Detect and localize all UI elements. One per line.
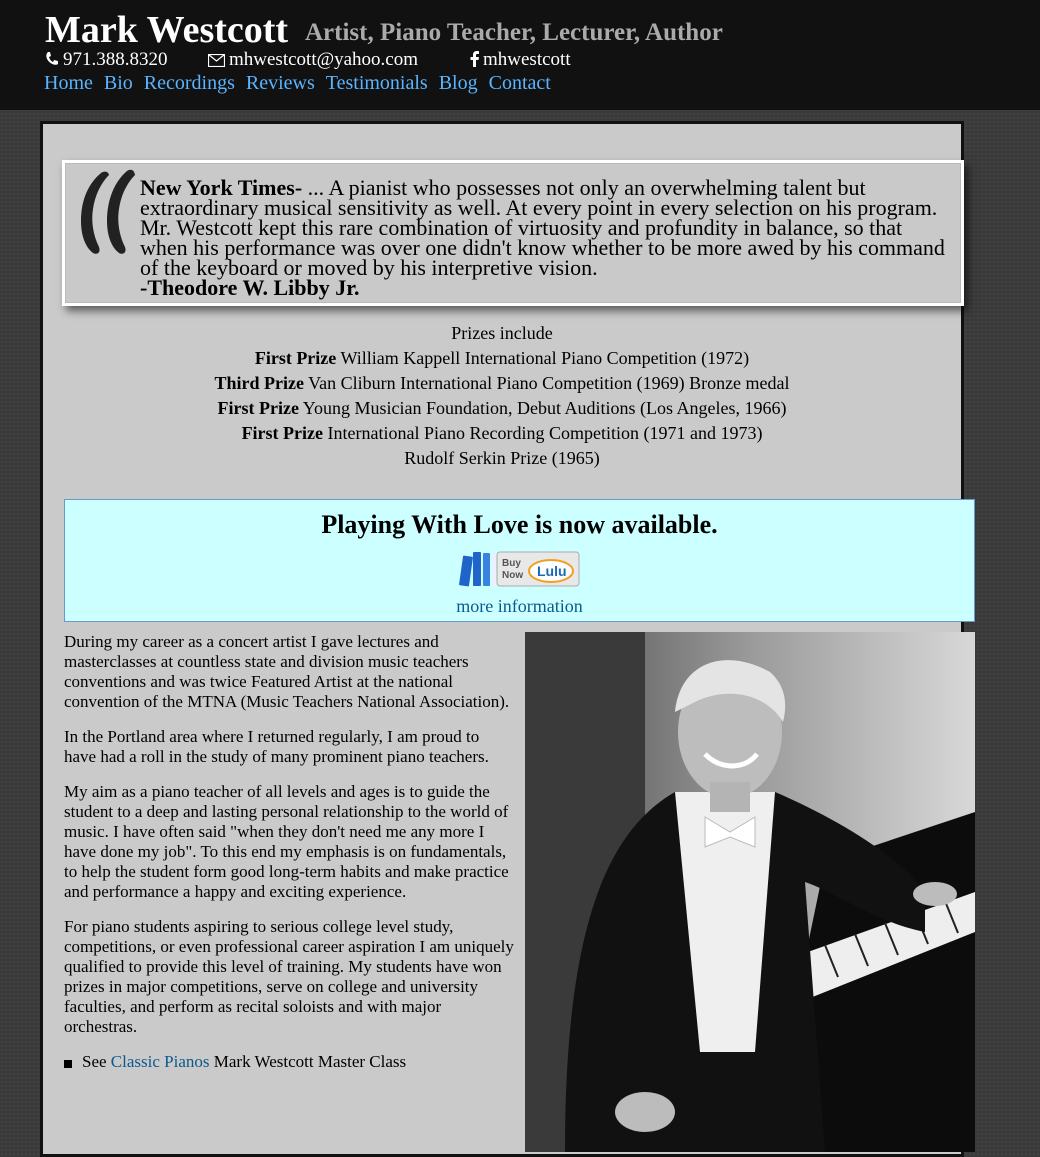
site-header: Mark Westcott Artist, Piano Teacher, Lec… [0, 0, 1040, 110]
artist-photo [525, 632, 975, 1152]
prizes-heading: Prizes include [451, 323, 553, 343]
quote-mark-icon [81, 169, 135, 254]
prize-detail: International Piano Recording Competitio… [323, 423, 763, 443]
facebook-contact[interactable]: mhwestcott [470, 49, 571, 71]
book-headline: Playing With Love is now available. [321, 510, 718, 539]
more-information-link[interactable]: more information [65, 596, 974, 617]
prize-detail: William Kappell International Piano Comp… [336, 348, 750, 368]
now-label: Now [502, 570, 523, 581]
nav-reviews[interactable]: Reviews [246, 72, 315, 94]
bio-paragraph: During my career as a concert artist I g… [64, 632, 510, 711]
lulu-buy-now-button[interactable]: Buy Now Lulu [459, 550, 581, 588]
prize-detail: Young Musician Foundation, Debut Auditio… [298, 398, 787, 418]
nav-recordings[interactable]: Recordings [144, 72, 235, 94]
book-stack-icon [459, 552, 496, 587]
site-title: Mark Westcott [45, 9, 289, 51]
nav-contact[interactable]: Contact [489, 72, 551, 94]
main-content: New York Times- ... A pianist who posses… [40, 121, 975, 1157]
prize-rank: Third Prize [214, 373, 304, 393]
phone-contact[interactable]: 971.388.8320 [45, 49, 168, 71]
prize-item: First Prize William Kappell Internationa… [43, 346, 961, 371]
nav-bio[interactable]: Bio [104, 72, 133, 94]
site-tagline: Artist, Piano Teacher, Lecturer, Author [305, 19, 723, 46]
nav-testimonials[interactable]: Testimonials [326, 72, 428, 94]
buy-label: Buy [502, 558, 521, 569]
review-quote-box: New York Times- ... A pianist who posses… [62, 160, 964, 306]
prize-item: First Prize International Piano Recordin… [43, 421, 961, 446]
bio-paragraph: For piano students aspiring to serious c… [64, 917, 514, 1036]
phone-number: 971.388.8320 [63, 49, 168, 70]
list-item: See Classic Pianos Mark Westcott Master … [64, 1052, 514, 1072]
facebook-handle: mhwestcott [483, 49, 571, 70]
bio-links-list: See Classic Pianos Mark Westcott Master … [64, 1052, 514, 1072]
classic-pianos-link[interactable]: Classic Pianos [111, 1052, 210, 1071]
lulu-brand: Lulu [537, 563, 567, 579]
bio-text: During my career as a concert artist I g… [64, 632, 514, 1072]
book-promo-box: Playing With Love is now available. Buy … [64, 499, 975, 622]
quote-author: -Theodore W. Libby Jr. [140, 275, 360, 300]
list-suffix: Mark Westcott Master Class [209, 1052, 407, 1071]
bio-paragraph: My aim as a piano teacher of all levels … [64, 782, 509, 901]
prize-detail: Rudolf Serkin Prize (1965) [404, 448, 600, 468]
email-contact[interactable]: mhwestcott@yahoo.com [207, 49, 418, 71]
prize-rank: First Prize [241, 423, 324, 443]
prize-item: Rudolf Serkin Prize (1965) [43, 446, 961, 471]
prize-rank: First Prize [217, 398, 299, 418]
prize-item: Third Prize Van Cliburn International Pi… [43, 371, 961, 396]
phone-icon [46, 52, 58, 65]
prize-item: First Prize Young Musician Foundation, D… [43, 396, 961, 421]
prizes-list: Prizes include First Prize William Kappe… [43, 321, 961, 471]
facebook-icon [470, 51, 479, 67]
nav-home[interactable]: Home [44, 72, 93, 94]
email-address: mhwestcott@yahoo.com [229, 49, 418, 70]
review-quote: New York Times- ... A pianist who posses… [140, 177, 955, 300]
envelope-icon [207, 53, 226, 68]
nav-blog[interactable]: Blog [439, 72, 478, 94]
prize-detail: Van Cliburn International Piano Competit… [303, 373, 790, 393]
prize-rank: First Prize [254, 348, 337, 368]
main-nav: Home Bio Recordings Reviews Testimonials Blog… [44, 72, 562, 98]
bio-paragraph: In the Portland area where I returned re… [64, 727, 489, 766]
list-prefix: See [82, 1052, 111, 1071]
